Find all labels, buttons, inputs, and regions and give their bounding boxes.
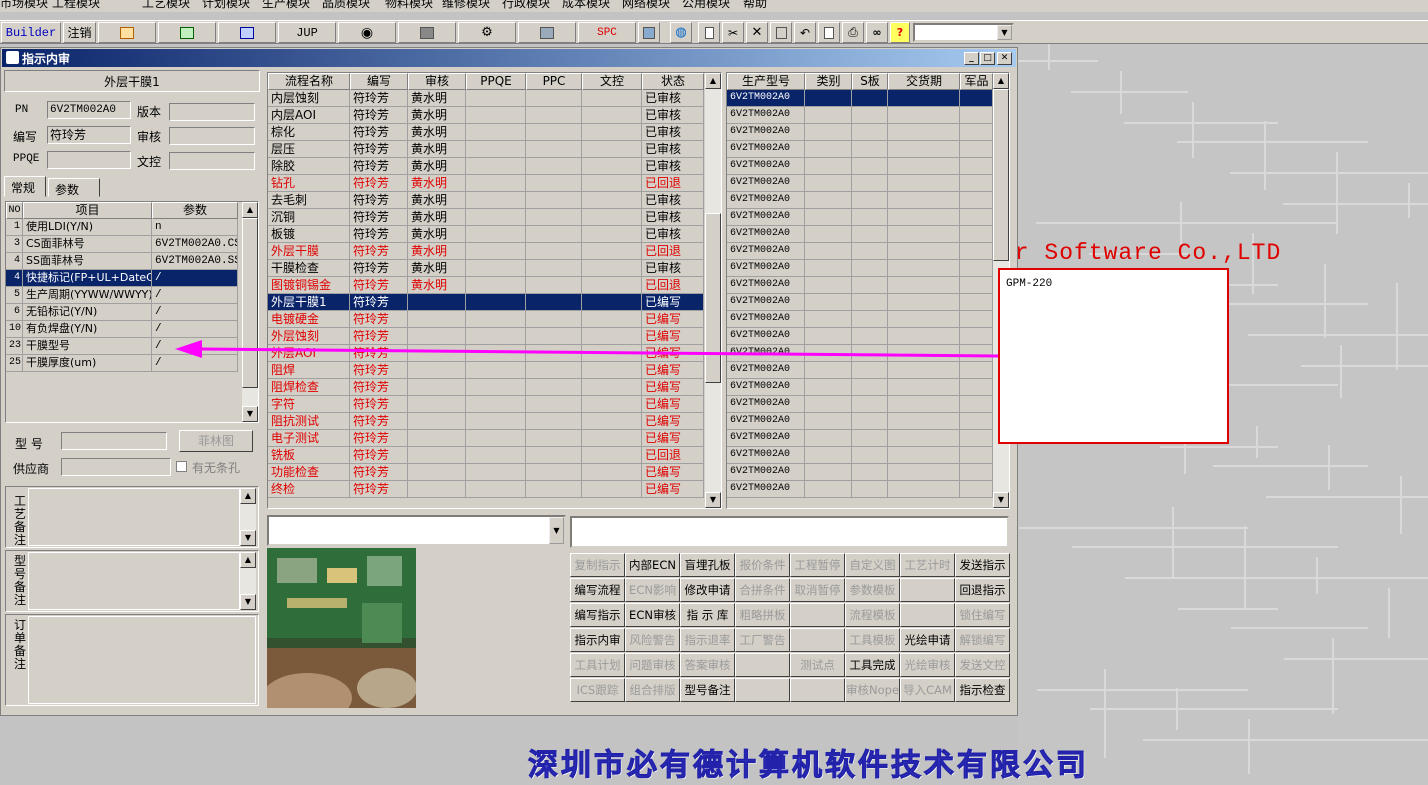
annotation-arrow xyxy=(175,340,999,358)
